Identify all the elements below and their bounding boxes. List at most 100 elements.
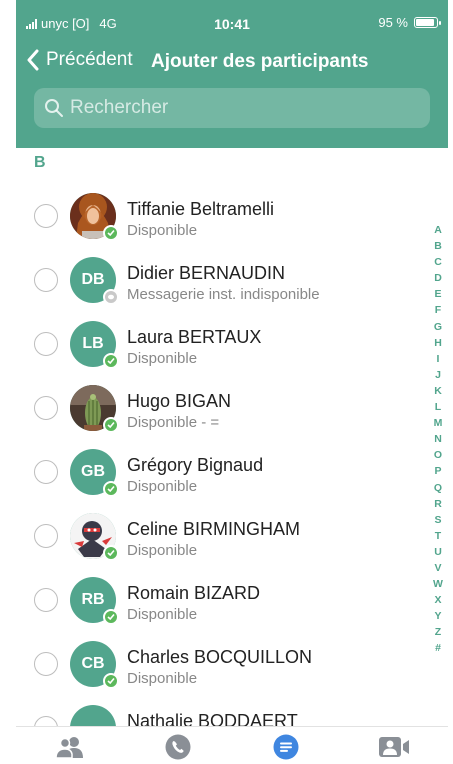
status-bar: unyc [O] 4G 10:41 95 % — [16, 0, 448, 40]
avatar: LB — [70, 321, 119, 369]
alphabet-index-letter[interactable]: F — [435, 302, 441, 318]
alphabet-index-letter[interactable]: N — [434, 431, 442, 447]
alphabet-index-letter[interactable]: A — [434, 222, 442, 238]
alphabet-index-letter[interactable]: K — [434, 383, 442, 399]
select-radio[interactable] — [34, 652, 58, 676]
alphabet-index-letter[interactable]: J — [435, 367, 441, 383]
tab-calls[interactable] — [158, 733, 198, 761]
presence-available-icon — [103, 417, 119, 433]
contact-status: Disponible — [127, 670, 198, 687]
avatar — [70, 193, 119, 241]
contact-row[interactable]: Tiffanie Beltramelli Disponible — [16, 184, 426, 248]
tab-contacts[interactable] — [50, 733, 90, 761]
tab-messages[interactable] — [266, 733, 306, 761]
contact-status: Disponible — [127, 542, 198, 559]
alphabet-index-letter[interactable]: E — [434, 286, 441, 302]
contact-status: Disponible — [127, 222, 198, 239]
avatar — [70, 385, 119, 433]
avatar-initials: GB — [81, 463, 105, 480]
app-screen: unyc [O] 4G 10:41 95 % Précédent Ajouter… — [16, 0, 448, 764]
chevron-left-icon — [27, 49, 39, 71]
alphabet-index-letter[interactable]: B — [434, 238, 442, 254]
alphabet-index[interactable]: A B C D E F G H I J K L M N O P Q R S T U V W X Y Z # — [431, 222, 445, 657]
alphabet-index-letter[interactable]: Z — [435, 624, 441, 640]
contact-name: Charles BOCQUILLON — [127, 647, 313, 667]
presence-unavailable-icon — [103, 289, 119, 305]
contact-name: Grégory Bignaud — [127, 455, 264, 475]
contact-status: Disponible — [127, 478, 198, 495]
select-radio[interactable] — [34, 332, 58, 356]
avatar: CB — [70, 641, 119, 689]
messages-icon — [273, 734, 299, 760]
avatar-initials: RB — [81, 591, 105, 608]
contact-row[interactable]: Celine BIRMINGHAM Disponible — [16, 504, 426, 568]
alphabet-index-letter[interactable]: V — [434, 560, 441, 576]
tab-meetings[interactable] — [374, 733, 414, 761]
alphabet-index-letter[interactable]: Y — [434, 608, 441, 624]
nav-bar: Précédent Ajouter des participants — [16, 44, 448, 80]
alphabet-index-letter[interactable]: M — [434, 415, 443, 431]
avatar-initials: LB — [82, 335, 104, 352]
select-radio[interactable] — [34, 588, 58, 612]
section-header: B — [34, 154, 46, 171]
avatar — [70, 513, 119, 561]
presence-available-icon — [103, 481, 119, 497]
page-title: Ajouter des participants — [151, 51, 369, 72]
header: unyc [O] 4G 10:41 95 % Précédent Ajouter… — [16, 0, 448, 148]
select-radio[interactable] — [34, 524, 58, 548]
contact-name: Didier BERNAUDIN — [127, 263, 286, 283]
avatar: DB — [70, 257, 119, 305]
alphabet-index-letter[interactable]: W — [433, 576, 443, 592]
alphabet-index-letter[interactable]: T — [435, 528, 441, 544]
contacts-icon — [55, 737, 83, 758]
presence-available-icon — [103, 225, 119, 241]
contact-row[interactable]: RB Romain BIZARD Disponible — [16, 568, 426, 632]
alphabet-index-letter[interactable]: X — [434, 592, 441, 608]
search-input[interactable] — [70, 97, 410, 119]
back-label: Précédent — [46, 49, 133, 70]
alphabet-index-letter[interactable]: Q — [434, 480, 442, 496]
contact-row[interactable]: DB Didier BERNAUDIN Messagerie inst. ind… — [16, 248, 426, 312]
tab-bar — [16, 726, 448, 764]
contact-name: Celine BIRMINGHAM — [127, 519, 301, 539]
alphabet-index-letter[interactable]: P — [434, 463, 441, 479]
alphabet-index-letter[interactable]: L — [435, 399, 441, 415]
contact-name: Laura BERTAUX — [127, 327, 262, 347]
alphabet-index-letter[interactable]: U — [434, 544, 442, 560]
video-conference-icon — [379, 737, 409, 757]
contact-name: Tiffanie Beltramelli — [127, 199, 275, 219]
contact-row[interactable]: Hugo BIGAN Disponible - = — [16, 376, 426, 440]
search-bar[interactable] — [34, 88, 430, 128]
battery-percent: 95 % — [378, 15, 408, 30]
contact-status: Disponible — [127, 350, 198, 367]
select-radio[interactable] — [34, 268, 58, 292]
select-radio[interactable] — [34, 204, 58, 228]
alphabet-index-letter[interactable]: H — [434, 335, 442, 351]
phone-icon — [165, 734, 191, 760]
alphabet-index-letter[interactable]: C — [434, 254, 442, 270]
alphabet-index-letter[interactable]: R — [434, 496, 442, 512]
presence-available-icon — [103, 673, 119, 689]
contact-name: Hugo BIGAN — [127, 391, 232, 411]
select-radio[interactable] — [34, 460, 58, 484]
alphabet-index-letter[interactable]: G — [434, 319, 442, 335]
alphabet-index-letter[interactable]: O — [434, 447, 442, 463]
contact-status: Disponible — [127, 606, 198, 623]
avatar-initials: CB — [81, 655, 105, 672]
contact-name: Romain BIZARD — [127, 583, 261, 603]
contact-status: Messagerie inst. indisponible — [127, 286, 320, 303]
battery-info: 95 % — [378, 15, 441, 30]
contact-row[interactable]: GB Grégory Bignaud Disponible — [16, 440, 426, 504]
avatar-initials: DB — [81, 271, 105, 288]
alphabet-index-letter[interactable]: # — [435, 640, 441, 656]
alphabet-index-letter[interactable]: D — [434, 270, 442, 286]
battery-icon — [414, 17, 441, 28]
select-radio[interactable] — [34, 396, 58, 420]
avatar: RB — [70, 577, 119, 625]
alphabet-index-letter[interactable]: S — [434, 512, 441, 528]
presence-available-icon — [103, 545, 119, 561]
alphabet-index-letter[interactable]: I — [437, 351, 440, 367]
contact-row[interactable]: LB Laura BERTAUX Disponible — [16, 312, 426, 376]
back-button[interactable]: Précédent — [26, 49, 133, 71]
contact-row[interactable]: CB Charles BOCQUILLON Disponible — [16, 632, 426, 696]
